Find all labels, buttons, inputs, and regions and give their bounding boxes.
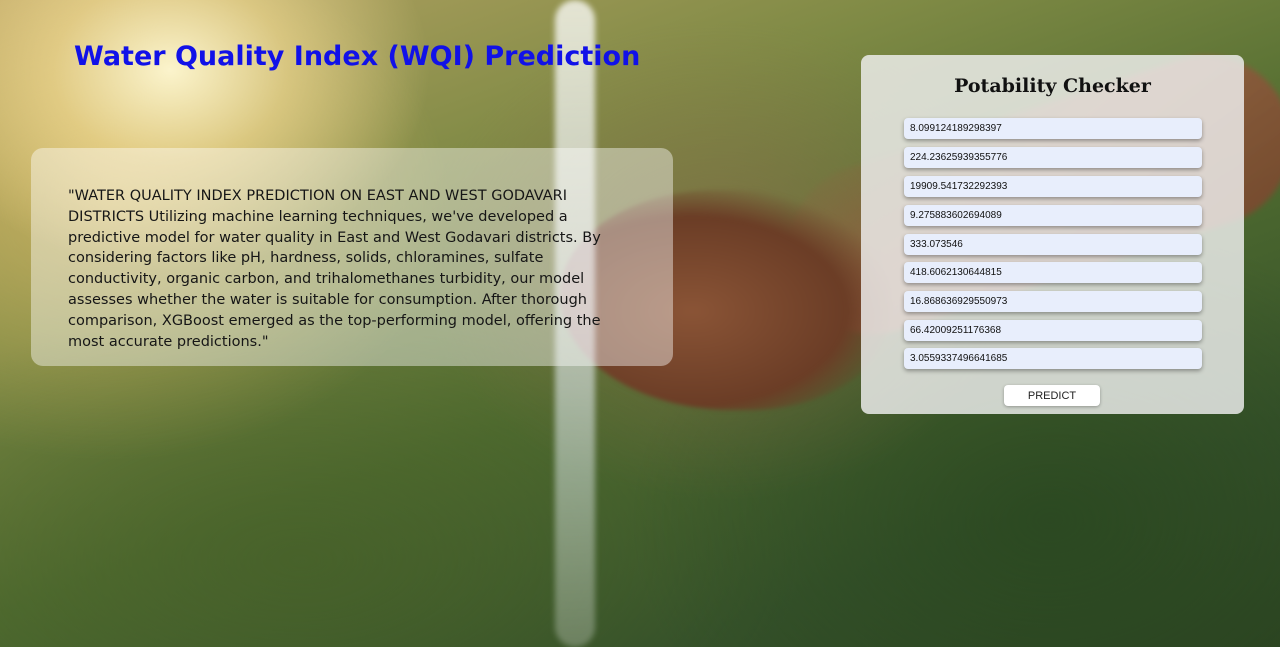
description-text: "WATER QUALITY INDEX PREDICTION ON EAST … (68, 188, 601, 350)
info-panel: "WATER QUALITY INDEX PREDICTION ON EAST … (31, 148, 673, 366)
input-field-5[interactable] (904, 234, 1202, 255)
potability-checker-panel: Potability Checker PREDICT (861, 55, 1244, 414)
page-title: Water Quality Index (WQI) Prediction (74, 41, 641, 72)
input-field-4[interactable] (904, 205, 1202, 226)
input-field-2[interactable] (904, 147, 1202, 168)
input-field-7[interactable] (904, 291, 1202, 312)
checker-title: Potability Checker (954, 75, 1151, 97)
predict-button[interactable]: PREDICT (1004, 385, 1100, 406)
input-field-8[interactable] (904, 320, 1202, 341)
input-field-1[interactable] (904, 118, 1202, 139)
input-field-6[interactable] (904, 262, 1202, 283)
input-field-9[interactable] (904, 348, 1202, 369)
input-field-3[interactable] (904, 176, 1202, 197)
